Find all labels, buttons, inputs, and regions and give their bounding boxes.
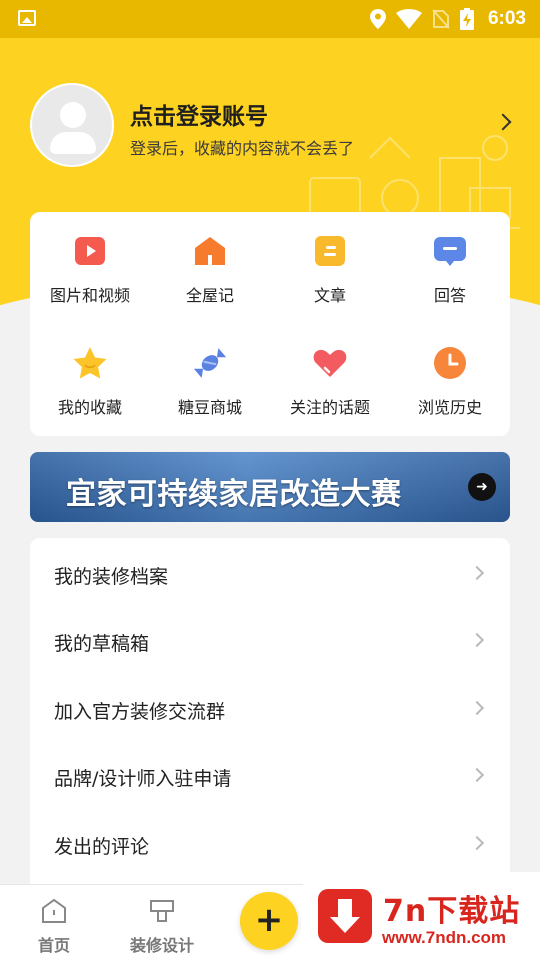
watermark-url: www.7ndn.com bbox=[382, 928, 507, 947]
article-icon bbox=[315, 236, 345, 266]
tab-label: 装修设计 bbox=[129, 936, 194, 955]
shortcut-label: 回答 bbox=[433, 286, 466, 305]
menu-item-drafts[interactable]: 我的草稿箱 bbox=[30, 607, 510, 675]
promo-banner[interactable]: 宜家可持续家居改造大赛 ➜ ✕ bbox=[30, 452, 510, 522]
menu-item-label: 我的装修档案 bbox=[54, 566, 169, 588]
menu-item-renovation-archive[interactable]: 我的装修档案 bbox=[30, 540, 510, 608]
chevron-right-icon bbox=[469, 565, 485, 581]
shortcut-answers[interactable]: 回答 bbox=[390, 212, 510, 312]
clock-icon bbox=[434, 347, 466, 379]
menu-item-label: 我的草稿箱 bbox=[54, 633, 150, 655]
avatar-body bbox=[50, 132, 96, 154]
avatar[interactable] bbox=[30, 83, 114, 167]
menu-item-comments[interactable]: 发出的评论 bbox=[30, 810, 510, 878]
chevron-right-icon bbox=[469, 767, 485, 783]
tab-home[interactable]: 首页 bbox=[4, 885, 104, 960]
shortcut-grid: 图片和视频 全屋记 文章 回答 我的收藏 糖豆商城 关注的话题 浏览历史 bbox=[30, 212, 510, 436]
answer-icon bbox=[434, 237, 466, 266]
menu-list: 我的装修档案 我的草稿箱 加入官方装修交流群 品牌/设计师入驻申请 发出的评论 bbox=[30, 538, 510, 898]
battery-charging-icon bbox=[459, 8, 474, 30]
shortcut-articles[interactable]: 文章 bbox=[270, 212, 390, 312]
shortcut-label: 图片和视频 bbox=[49, 286, 130, 305]
wifi-icon bbox=[395, 9, 422, 29]
heart-icon bbox=[313, 349, 347, 377]
shortcut-label: 关注的话题 bbox=[289, 398, 370, 417]
tab-label: 首页 bbox=[37, 936, 70, 955]
video-icon bbox=[75, 237, 105, 265]
design-icon bbox=[150, 900, 174, 922]
star-icon bbox=[73, 347, 107, 379]
menu-item-label: 加入官方装修交流群 bbox=[54, 701, 226, 723]
shortcut-history[interactable]: 浏览历史 bbox=[390, 324, 510, 424]
menu-item-brand-apply[interactable]: 品牌/设计师入驻申请 bbox=[30, 742, 510, 810]
shortcut-followed-topics[interactable]: 关注的话题 bbox=[270, 324, 390, 424]
no-sim-icon bbox=[432, 9, 450, 29]
shortcut-candy-mall[interactable]: 糖豆商城 bbox=[150, 324, 270, 424]
menu-item-label: 品牌/设计师入驻申请 bbox=[54, 768, 232, 790]
login-subtitle: 登录后，收藏的内容就不会丢了 bbox=[130, 139, 355, 158]
candy-icon bbox=[193, 348, 227, 378]
add-button[interactable]: + bbox=[240, 892, 298, 950]
home-icon bbox=[42, 898, 66, 923]
download-logo-icon bbox=[318, 889, 372, 943]
chevron-right-icon bbox=[469, 835, 485, 851]
shortcut-label: 糖豆商城 bbox=[177, 398, 242, 417]
banner-text: 宜家可持续家居改造大赛 bbox=[66, 477, 402, 512]
shortcut-label: 我的收藏 bbox=[57, 398, 122, 417]
shortcut-whole-house[interactable]: 全屋记 bbox=[150, 212, 270, 312]
menu-item-join-group[interactable]: 加入官方装修交流群 bbox=[30, 675, 510, 743]
login-title[interactable]: 点击登录账号 bbox=[130, 97, 268, 131]
shortcut-label: 浏览历史 bbox=[417, 398, 482, 417]
watermark: 7n下载站 www.7ndn.com bbox=[303, 872, 540, 960]
clock-time: 6:03 bbox=[487, 8, 526, 29]
shortcut-label: 文章 bbox=[313, 286, 346, 305]
watermark-title: 7n下载站 bbox=[383, 894, 521, 929]
house-icon bbox=[195, 237, 225, 265]
arrow-right-icon[interactable]: ➜ bbox=[468, 473, 496, 501]
status-bar: 6:03 bbox=[0, 0, 540, 38]
location-icon bbox=[369, 9, 386, 29]
menu-item-label: 发出的评论 bbox=[54, 836, 150, 858]
shortcut-favorites[interactable]: 我的收藏 bbox=[30, 324, 150, 424]
shortcut-label: 全屋记 bbox=[185, 286, 234, 305]
tab-design[interactable]: 装修设计 bbox=[112, 885, 212, 960]
avatar-head bbox=[60, 102, 86, 128]
status-icons: 6:03 bbox=[369, 6, 526, 32]
gallery-icon bbox=[18, 10, 36, 26]
shortcut-photos-videos[interactable]: 图片和视频 bbox=[30, 212, 150, 312]
chevron-right-icon bbox=[469, 700, 485, 716]
chevron-right-icon bbox=[469, 632, 485, 648]
